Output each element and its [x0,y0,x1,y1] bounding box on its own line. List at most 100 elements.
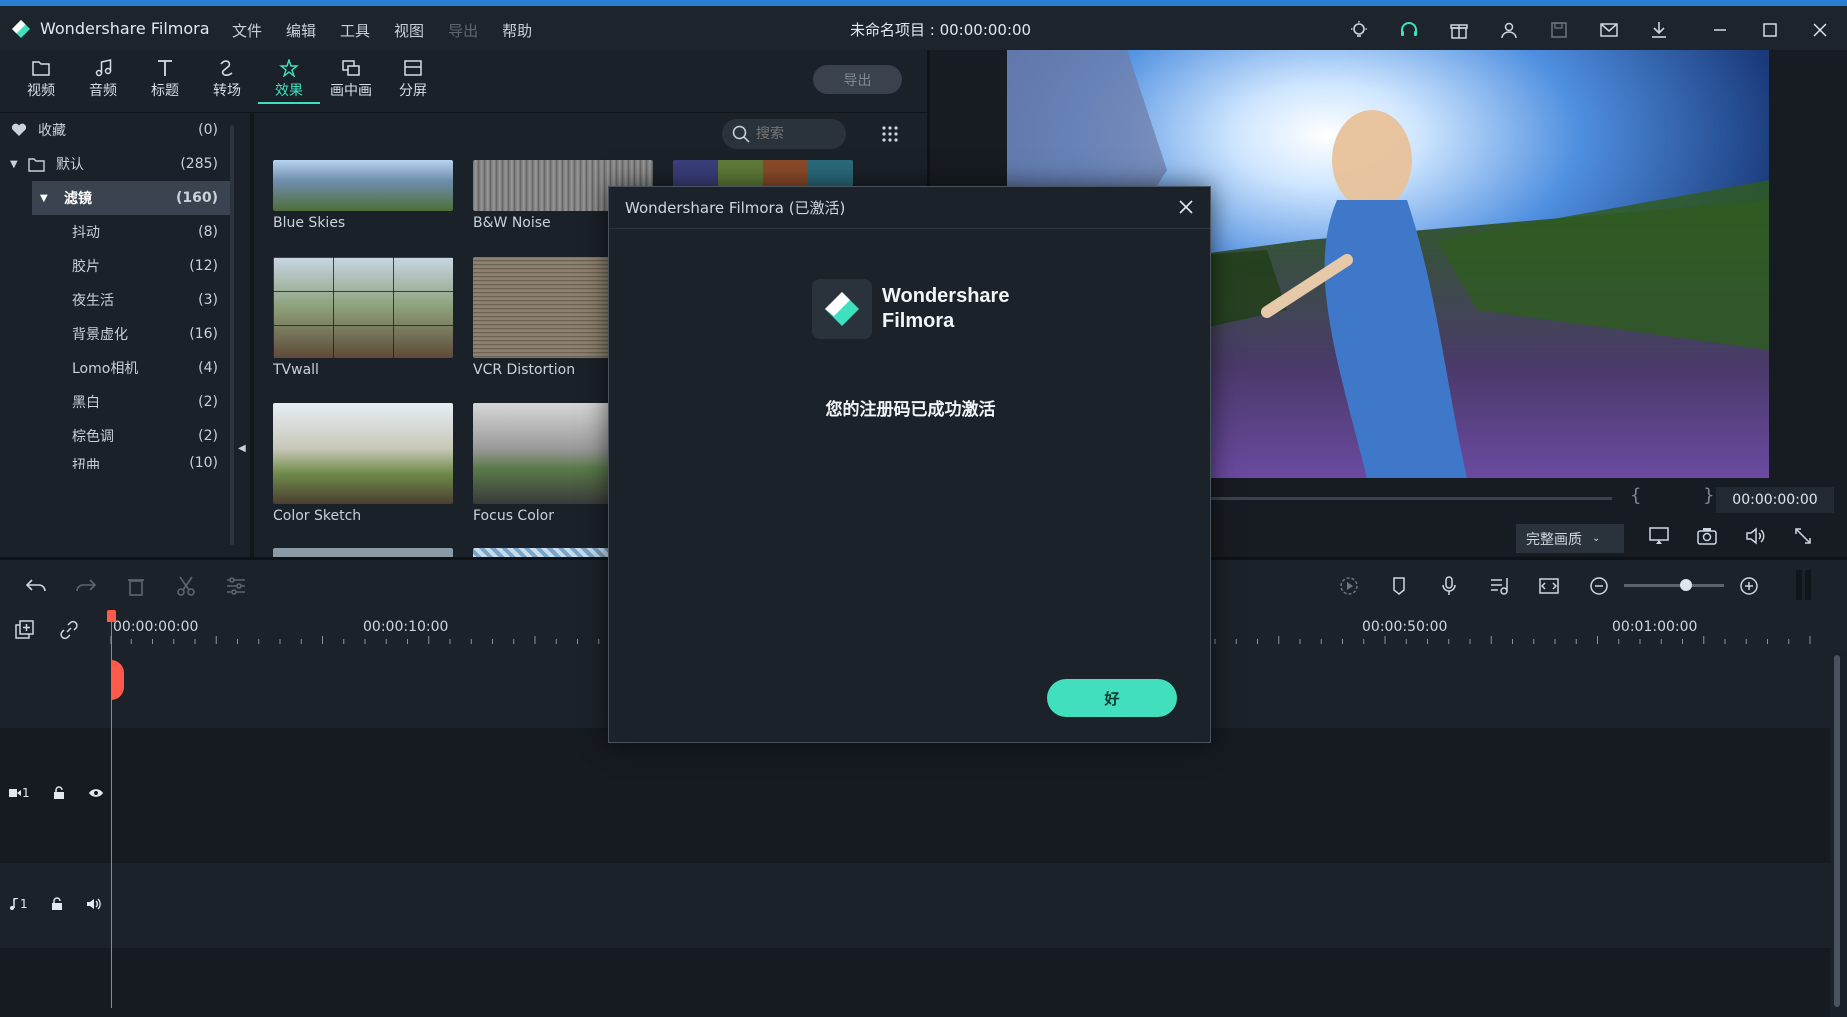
lock-icon[interactable] [52,786,66,800]
zoom-out-icon[interactable] [1588,575,1610,597]
menu-file[interactable]: 文件 [232,20,262,41]
download-icon[interactable] [1645,16,1673,44]
effect-card[interactable]: Blue Skies [273,160,453,231]
sidebar-item-shake[interactable]: 抖动 (8) [0,215,232,249]
add-track-icon[interactable] [14,619,36,641]
mail-icon[interactable] [1595,16,1623,44]
microphone-icon[interactable] [1438,575,1460,597]
sidebar-item-lomo[interactable]: Lomo相机 (4) [0,351,232,385]
tab-label: 标题 [151,83,179,99]
brand-name: Wondershare Filmora [882,284,1009,334]
effect-card[interactable] [273,548,453,557]
video-track-label: 1 [9,786,30,800]
menu-view[interactable]: 视图 [394,20,424,41]
sidebar-item-nightlife[interactable]: 夜生活 (3) [0,283,232,317]
account-icon[interactable] [1495,16,1523,44]
sidebar-item-sepia[interactable]: 棕色调 (2) [0,419,232,453]
effect-card[interactable]: TVwall [273,257,453,378]
snapshot-icon[interactable] [1696,526,1718,546]
expand-arrow-icon[interactable]: ▼ [10,159,20,170]
sidebar-item-film[interactable]: 胶片 (12) [0,249,232,283]
track-area-empty [0,948,1830,1017]
tab-label: 音频 [89,83,117,99]
quality-dropdown[interactable]: 完整画质 ⌄ [1516,524,1624,553]
fit-timeline-icon[interactable] [1538,575,1560,597]
sidebar-scrollbar[interactable] [230,125,234,545]
sidebar-item-bw[interactable]: 黑白 (2) [0,385,232,419]
sidebar-item-label: Lomo相机 [72,361,139,377]
chevron-down-icon: ⌄ [1592,533,1601,544]
preview-timecode: 00:00:00:00 [1716,487,1834,513]
display-icon[interactable] [1648,526,1670,546]
tab-video[interactable]: 视频 [10,54,72,104]
video-track-icon [9,789,21,797]
render-icon[interactable] [1338,575,1360,597]
effects-search[interactable] [722,119,846,149]
tab-split-screen[interactable]: 分屏 [382,54,444,104]
menu-help[interactable]: 帮助 [502,20,532,41]
sidebar-item-default[interactable]: ▼ 默认 (285) [0,147,232,181]
preview-scrubber[interactable] [1210,497,1612,500]
link-icon[interactable] [58,619,80,641]
menu-edit[interactable]: 编辑 [286,20,316,41]
tab-pip[interactable]: 画中画 [320,54,382,104]
effect-label: Color Sketch [273,508,362,524]
effect-card[interactable]: Color Sketch [273,403,453,524]
quality-label: 完整画质 [1526,531,1582,548]
close-icon[interactable] [1176,197,1196,217]
tab-effects[interactable]: 效果 [258,54,320,104]
grid-view-icon[interactable] [880,124,900,144]
minimize-icon[interactable] [1709,16,1731,44]
tab-transitions[interactable]: 转场 [196,54,258,104]
zoom-slider-handle[interactable] [1680,579,1692,591]
transition-icon [217,56,237,80]
delete-icon[interactable] [124,575,148,597]
volume-icon[interactable] [1744,526,1766,546]
audio-track[interactable] [0,863,1830,948]
adjust-icon[interactable] [224,575,248,597]
sidebar-item-label: 胶片 [72,259,100,275]
expand-arrow-icon[interactable]: ▼ [40,193,64,204]
audio-mixer-icon[interactable] [1488,575,1510,597]
marker-icon[interactable] [1388,575,1410,597]
collapse-panel-icon[interactable]: ◀ [238,443,246,454]
speaker-icon[interactable] [86,897,102,911]
effect-thumbnail [273,160,453,211]
zoom-in-icon[interactable] [1738,575,1760,597]
fullscreen-icon[interactable] [1792,526,1814,546]
effects-icon [279,56,299,80]
save-icon[interactable] [1545,16,1573,44]
search-input[interactable] [756,126,836,142]
sidebar-item-favorites[interactable]: 收藏 (0) [0,113,232,147]
eye-icon[interactable] [88,787,104,799]
preview-controls [1648,526,1814,546]
tab-titles[interactable]: 标题 [134,54,196,104]
timeline-scrollbar[interactable] [1834,655,1840,1007]
sidebar-item-filters[interactable]: ▼ 滤镜 (160) [32,181,232,215]
menu-tools[interactable]: 工具 [340,20,370,41]
ruler-timecode: 00:00:10:00 [363,619,449,635]
close-icon[interactable] [1809,16,1831,44]
undo-icon[interactable] [24,575,48,597]
tab-audio[interactable]: 音频 [72,54,134,104]
heart-icon [0,123,38,137]
maximize-icon[interactable] [1759,16,1781,44]
playhead-handle[interactable] [107,610,116,622]
brand-lockup: Wondershare Filmora [812,279,1009,339]
zoom-slider[interactable] [1624,584,1724,587]
lightbulb-icon[interactable] [1345,16,1373,44]
cut-icon[interactable] [174,575,198,597]
menu-export[interactable]: 导出 [448,20,478,41]
lock-icon[interactable] [50,897,64,911]
gift-icon[interactable] [1445,16,1473,44]
sidebar-item-bokeh[interactable]: 背景虚化 (16) [0,317,232,351]
sidebar-item-label: 滤镜 [64,191,92,207]
video-track[interactable] [0,728,1830,863]
redo-icon[interactable] [74,575,98,597]
pause-icon[interactable] [1794,570,1814,600]
sidebar-item-distortion[interactable]: 扭曲 (10) [0,453,232,469]
filmora-logo-icon [12,20,30,38]
headset-icon[interactable] [1395,16,1423,44]
ok-button[interactable]: 好 [1047,679,1177,717]
export-button[interactable]: 导出 [813,65,902,94]
